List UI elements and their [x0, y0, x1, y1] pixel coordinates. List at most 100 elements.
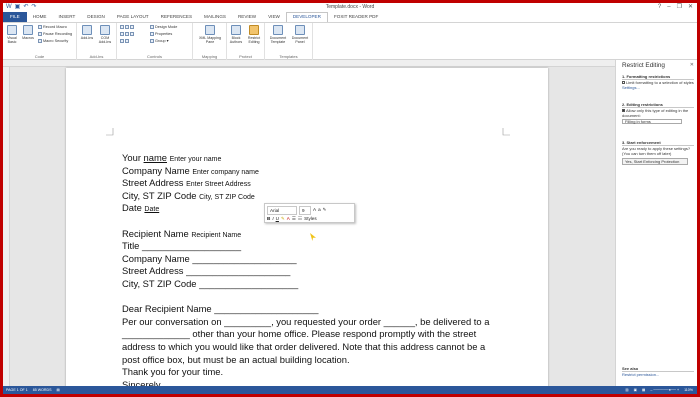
editing-type-value: Filling in forms: [625, 119, 651, 124]
format-painter-icon[interactable]: ✎: [323, 206, 327, 215]
styles-button[interactable]: Styles: [304, 215, 317, 222]
mapping-group-label: Mapping: [201, 54, 218, 59]
restrict-permission-link[interactable]: Restrict permission...: [622, 372, 694, 377]
add-ins-button[interactable]: Add-Ins: [80, 25, 94, 40]
record-macro-button[interactable]: Record Macro: [38, 25, 67, 30]
font-size-box[interactable]: 9: [299, 206, 311, 215]
letter-body[interactable]: Your name Enter your name Company Name E…: [122, 152, 502, 391]
tab-foxit-reader-pdf[interactable]: FOXIT READER PDF: [328, 12, 384, 22]
bold-button[interactable]: B: [267, 215, 270, 222]
street-placeholder[interactable]: Enter Street Address: [186, 181, 251, 188]
help-icon[interactable]: ?: [658, 3, 661, 11]
properties-button[interactable]: Properties: [150, 32, 172, 37]
shrink-font-icon[interactable]: a: [318, 206, 321, 215]
numbering-icon[interactable]: ☷: [298, 215, 302, 222]
street-line: Street Address Enter Street Address: [122, 177, 502, 190]
your-name-placeholder[interactable]: Enter your name: [170, 156, 222, 163]
addins-group-label: Add-Ins: [89, 54, 104, 59]
document-panel-button[interactable]: Document Panel: [290, 25, 310, 44]
word-window: W ▣ ↶ ↷ Template.docx - Word ? – ❐ ✕ FIL…: [3, 3, 697, 394]
pane-title: Restrict Editing: [622, 62, 665, 69]
restrict-editing-button[interactable]: Restrict Editing: [247, 25, 261, 44]
tab-developer[interactable]: DEVELOPER: [285, 12, 328, 22]
zoom-slider[interactable]: – ──────●── +: [650, 386, 679, 394]
picture-control-icon[interactable]: [130, 25, 134, 29]
page-count[interactable]: PAGE 1 OF 1: [6, 386, 28, 394]
plain-text-control-icon[interactable]: [125, 25, 129, 29]
macro-security-button[interactable]: Macro Security: [38, 39, 68, 44]
xml-mapping-label: XML Mapping Pane: [198, 36, 222, 44]
status-bar: PAGE 1 OF 1 85 WORDS ▤ ▥ ▣ ▦ – ──────●──…: [3, 386, 697, 394]
block-authors-button[interactable]: Block Authors: [229, 25, 243, 44]
content-controls-row-2: [120, 32, 135, 37]
visual-basic-button[interactable]: Visual Basic: [5, 25, 19, 44]
com-add-ins-button[interactable]: COM Add-Ins: [98, 25, 112, 44]
highlight-icon[interactable]: ✎: [281, 215, 285, 222]
company-placeholder[interactable]: Enter company name: [192, 169, 259, 176]
pause-icon: [38, 32, 42, 36]
tab-view[interactable]: VIEW: [262, 12, 286, 22]
document-panel-label: Document Panel: [291, 36, 309, 44]
print-layout-icon[interactable]: ▣: [634, 386, 637, 394]
read-mode-icon[interactable]: ▥: [625, 386, 628, 394]
minimize-icon[interactable]: –: [667, 3, 670, 11]
start-enforcing-button[interactable]: Yes, Start Enforcing Protection: [622, 158, 688, 165]
macro-security-label: Macro Security: [43, 39, 69, 43]
tab-review[interactable]: REVIEW: [232, 12, 262, 22]
warning-icon: [38, 39, 42, 43]
pause-recording-button[interactable]: Pause Recording: [38, 32, 72, 37]
editing-type-dropdown[interactable]: Filling in forms: [622, 119, 682, 124]
tab-file[interactable]: FILE: [3, 12, 27, 22]
company-line: Company Name Enter company name: [122, 165, 502, 178]
content-controls-row-3: [120, 39, 130, 44]
tab-insert[interactable]: INSERT: [52, 12, 81, 22]
italic-button[interactable]: I: [272, 215, 273, 222]
close-icon[interactable]: ✕: [688, 3, 693, 11]
tab-home[interactable]: HOME: [27, 12, 53, 22]
restore-icon[interactable]: ❐: [677, 3, 682, 11]
design-mode-button[interactable]: Design Mode: [150, 25, 177, 30]
zoom-level[interactable]: 110%: [684, 386, 693, 394]
macros-button[interactable]: Macros: [21, 25, 35, 40]
date-picker-field[interactable]: Date: [144, 206, 159, 213]
name-field[interactable]: name: [144, 152, 167, 163]
checkbox-control-icon[interactable]: [120, 32, 124, 36]
web-layout-icon[interactable]: ▦: [642, 386, 645, 394]
mini-toolbar: Arial 9 A a ✎ B I U ✎ A ☰ ☷ Styles: [264, 203, 355, 223]
pane-close-icon[interactable]: ✕: [690, 62, 694, 68]
margin-corner-top-left: [106, 128, 114, 136]
tab-mailings[interactable]: MAILINGS: [198, 12, 232, 22]
date-picker-control-icon[interactable]: [120, 39, 124, 43]
font-name-box[interactable]: Arial: [267, 206, 297, 215]
tab-design[interactable]: DESIGN: [81, 12, 111, 22]
tab-references[interactable]: REFERENCES: [155, 12, 198, 22]
restrict-editing-pane: Restrict Editing ✕ 1. Formatting restric…: [615, 60, 697, 386]
body-paragraph: Per our conversation on _________, you r…: [122, 315, 490, 365]
city-placeholder[interactable]: City, ST ZIP Code: [199, 194, 255, 201]
recipient-placeholder[interactable]: Recipient Name: [191, 232, 241, 239]
add-ins-label: Add-Ins: [80, 36, 94, 40]
group-button[interactable]: Group ▾: [150, 39, 169, 44]
tab-page-layout[interactable]: PAGE LAYOUT: [111, 12, 155, 22]
document-page[interactable]: Your name Enter your name Company Name E…: [66, 68, 548, 394]
title-bar: W ▣ ↶ ↷ Template.docx - Word ? – ❐ ✕: [3, 3, 697, 12]
restrict-editing-label: Restrict Editing: [247, 36, 261, 44]
document-template-button[interactable]: Document Template: [268, 25, 288, 44]
font-color-icon[interactable]: A: [287, 215, 290, 222]
rich-text-control-icon[interactable]: [120, 25, 124, 29]
allow-editing-checkbox[interactable]: Allow only this type of editing in the d…: [622, 108, 694, 118]
enforcement-question: Are you ready to apply these settings? (…: [622, 146, 691, 156]
grow-font-icon[interactable]: A: [313, 206, 316, 215]
salutation: Dear Recipient Name ____________________: [122, 303, 319, 315]
combo-box-control-icon[interactable]: [125, 32, 129, 36]
pause-recording-label: Pause Recording: [43, 32, 73, 36]
code-group: Visual Basic Macros Record Macro Pause R…: [3, 23, 77, 60]
word-count[interactable]: 85 WORDS: [33, 386, 52, 394]
settings-link[interactable]: Settings...: [622, 85, 694, 90]
legacy-tools-icon[interactable]: [125, 39, 129, 43]
xml-mapping-pane-button[interactable]: XML Mapping Pane: [198, 25, 222, 44]
bullets-icon[interactable]: ☰: [292, 215, 296, 222]
underline-button[interactable]: U: [276, 215, 279, 222]
proofing-icon[interactable]: ▤: [56, 386, 59, 394]
dropdown-control-icon[interactable]: [130, 32, 134, 36]
